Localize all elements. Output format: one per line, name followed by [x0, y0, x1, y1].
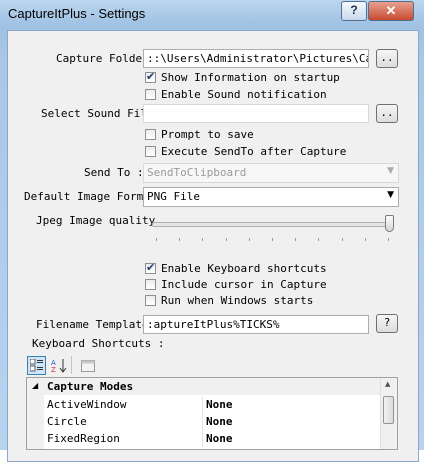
grid-row[interactable]: Circle None [27, 413, 381, 430]
svg-text:Z: Z [51, 366, 56, 373]
slider-tick [225, 238, 227, 241]
checkbox-box: ✔ [145, 261, 156, 274]
grid-row-value: None [206, 432, 233, 445]
grid-row-name: Circle [47, 415, 87, 428]
keyboard-shortcuts-enable-label: Enable Keyboard shortcuts [161, 262, 327, 275]
sound-file-input[interactable] [143, 104, 369, 123]
slider-tick [179, 238, 181, 241]
show-info-checkbox[interactable]: ✔ Show Information on startup [145, 70, 340, 84]
image-format-value: PNG File [147, 190, 200, 203]
include-cursor-checkbox[interactable]: Include cursor in Capture [145, 278, 327, 291]
capture-folder-input[interactable]: ::\Users\Administrator\Pictures\Captu [143, 49, 369, 68]
grid-row-name: FixedRegion [47, 432, 120, 445]
jpeg-quality-slider[interactable] [152, 222, 394, 227]
keyboard-shortcuts-checkbox[interactable]: ✔ Enable Keyboard shortcuts [145, 261, 327, 275]
sound-file-browse-button[interactable]: .. [376, 104, 398, 123]
capture-folder-browse-button[interactable]: .. [376, 49, 398, 68]
jpeg-quality-slider-thumb[interactable] [385, 215, 394, 232]
grid-row-value: None [206, 415, 233, 428]
show-info-label: Show Information on startup [161, 71, 340, 84]
help-button[interactable]: ? [341, 1, 367, 21]
dropdown-arrow-icon: ▼ [387, 166, 394, 176]
close-button[interactable]: ✕ [368, 1, 414, 21]
scroll-up-icon[interactable]: ▲ [385, 380, 390, 388]
prompt-save-label: Prompt to save [161, 128, 254, 141]
slider-tick [318, 238, 320, 241]
slider-tick [364, 238, 366, 241]
collapse-triangle-icon[interactable]: ◢ [32, 381, 38, 390]
slider-tick [388, 238, 389, 241]
filename-template-help-button[interactable]: ? [376, 314, 398, 333]
alphabetical-sort-icon[interactable]: A Z [49, 356, 68, 375]
send-to-value: SendToClipboard [147, 166, 247, 179]
grid-row-value: None [206, 398, 233, 411]
grid-scrollbar[interactable]: ▲ [380, 378, 397, 449]
grid-category-row[interactable]: ◢ Capture Modes [27, 378, 381, 395]
checkbox-box [145, 89, 156, 100]
slider-tick [202, 238, 204, 241]
slider-tick [272, 238, 273, 241]
grid-row-name: ActiveWindow [47, 398, 127, 411]
image-format-label: Default Image Format [24, 190, 157, 203]
slider-tick [248, 238, 250, 241]
checkmark-icon: ✔ [146, 261, 156, 274]
slider-tick [295, 238, 297, 241]
checkmark-icon: ✔ [146, 70, 156, 83]
checkbox-box [145, 295, 156, 306]
capture-folder-label: Capture Folder [56, 52, 149, 65]
sound-notification-label: Enable Sound notification [161, 88, 327, 101]
checkbox-box [145, 146, 156, 157]
checkbox-box: ✔ [145, 70, 156, 83]
sound-file-label: Select Sound File [41, 107, 154, 120]
toolbar-divider [71, 356, 72, 374]
slider-tick [156, 238, 157, 241]
window-title: CaptureItPlus - Settings [8, 6, 146, 21]
prompt-save-checkbox[interactable]: Prompt to save [145, 128, 254, 141]
keyboard-shortcuts-label: Keyboard Shortcuts : [32, 337, 165, 350]
checkbox-box [145, 279, 156, 290]
filename-template-label: Filename Template [36, 318, 149, 331]
dropdown-arrow-icon: ▼ [387, 190, 394, 200]
property-pages-icon[interactable] [78, 356, 97, 375]
jpeg-quality-label: Jpeg Image quality [36, 214, 156, 227]
run-on-start-checkbox[interactable]: Run when Windows starts [145, 294, 313, 307]
grid-column-divider [202, 396, 203, 413]
grid-row[interactable]: ActiveWindow None [27, 396, 381, 413]
slider-tick [341, 238, 343, 241]
scrollbar-thumb[interactable] [383, 396, 394, 424]
execute-sendto-label: Execute SendTo after Capture [161, 145, 347, 158]
run-on-start-label: Run when Windows starts [161, 294, 314, 307]
grid-row[interactable]: FixedRegion None [27, 430, 381, 447]
property-grid[interactable]: ◢ Capture Modes ActiveWindow None Circle… [26, 377, 398, 450]
execute-sendto-checkbox[interactable]: Execute SendTo after Capture [145, 145, 346, 158]
image-format-select[interactable]: PNG File ▼ [143, 187, 399, 207]
include-cursor-label: Include cursor in Capture [161, 278, 327, 291]
grid-column-divider [202, 413, 203, 430]
send-to-select[interactable]: SendToClipboard ▼ [143, 163, 399, 183]
grid-category-label: Capture Modes [47, 380, 134, 393]
sound-notification-checkbox[interactable]: Enable Sound notification [145, 88, 327, 101]
categorized-icon[interactable] [27, 356, 46, 375]
send-to-label: Send To : [84, 166, 144, 179]
checkbox-box [145, 129, 156, 140]
filename-template-input[interactable]: :aptureItPlus%TICKS% [143, 315, 369, 334]
grid-column-divider [202, 430, 203, 447]
